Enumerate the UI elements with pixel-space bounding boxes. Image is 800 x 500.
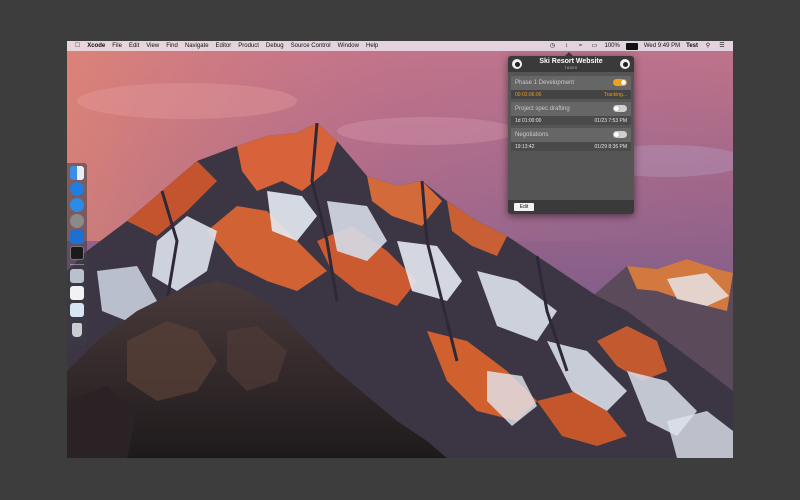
- bluetooth-icon[interactable]: ↕: [562, 43, 570, 49]
- task-toggle[interactable]: [613, 79, 627, 86]
- task-name: Phase 1 Development: [515, 80, 575, 86]
- task-toggle[interactable]: [613, 131, 627, 138]
- airplay-icon[interactable]: ▭: [590, 43, 598, 49]
- task-time: 19:13:42: [515, 143, 535, 150]
- dock-separator: [70, 264, 84, 265]
- menu-file[interactable]: File: [112, 41, 122, 51]
- menu-user[interactable]: Test: [686, 41, 698, 51]
- timer-status-icon[interactable]: ◷: [548, 43, 556, 49]
- task-name: Negotiations: [515, 132, 549, 138]
- menu-app-name[interactable]: Xcode: [87, 41, 105, 51]
- toggle-knob: [614, 132, 619, 137]
- menu-navigate[interactable]: Navigate: [185, 41, 209, 51]
- toggle-knob: [614, 106, 619, 111]
- document-icon[interactable]: [70, 286, 84, 300]
- notification-center-icon[interactable]: ☰: [718, 43, 726, 49]
- battery-percent[interactable]: 100%: [604, 41, 619, 51]
- task-info: 00:02:06:06 Tracking...: [511, 90, 631, 99]
- task-status: 01/23 7:53 PM: [594, 117, 627, 124]
- task-info: 19:13:42 01/29 8:36 PM: [511, 142, 631, 151]
- task-row[interactable]: Phase 1 Development 00:02:06:06 Tracking…: [511, 76, 631, 99]
- spotlight-search-icon[interactable]: ⚲: [704, 43, 712, 49]
- safari-icon[interactable]: [70, 182, 84, 196]
- task-toggle[interactable]: [613, 105, 627, 112]
- task-time: 00:02:06:06: [515, 91, 542, 98]
- task-row[interactable]: Negotiations 19:13:42 01/29 8:36 PM: [511, 128, 631, 151]
- menu-view[interactable]: View: [146, 41, 159, 51]
- menu-debug[interactable]: Debug: [266, 41, 284, 51]
- task-name: Project spec drafting: [515, 106, 570, 112]
- tasks-popover: Ski Resort Website TASKS Phase 1 Develop…: [508, 52, 634, 214]
- menu-editor[interactable]: Editor: [216, 41, 232, 51]
- popover-footer: Edit: [508, 200, 634, 214]
- dock: [67, 163, 87, 345]
- menu-find[interactable]: Find: [166, 41, 178, 51]
- toggle-knob: [621, 80, 626, 85]
- task-row[interactable]: Project spec drafting 1d 01:00:00 01/23 …: [511, 102, 631, 125]
- system-preferences-icon[interactable]: [70, 214, 84, 228]
- task-status: Tracking...: [603, 91, 627, 98]
- finder-icon[interactable]: [70, 166, 84, 180]
- menu-product[interactable]: Product: [238, 41, 259, 51]
- menu-source-control[interactable]: Source Control: [291, 41, 331, 51]
- menu-help[interactable]: Help: [366, 41, 378, 51]
- folder-icon[interactable]: [70, 303, 84, 317]
- xcode-icon[interactable]: [70, 230, 84, 244]
- menu-clock[interactable]: Wed 9:49 PM: [644, 41, 680, 51]
- task-time: 1d 01:00:00: [515, 117, 542, 124]
- project-subtitle: TASKS: [564, 66, 578, 70]
- terminal-icon[interactable]: [70, 246, 84, 260]
- apple-menu-icon[interactable]: : [75, 41, 80, 51]
- settings-button-icon[interactable]: [620, 59, 630, 69]
- project-title: Ski Resort Website: [539, 58, 603, 65]
- desktop:  Xcode File Edit View Find Navigate Edi…: [67, 41, 733, 458]
- task-status: 01/29 8:36 PM: [594, 143, 627, 150]
- popover-header: Ski Resort Website TASKS: [508, 56, 634, 72]
- menu-bar:  Xcode File Edit View Find Navigate Edi…: [67, 41, 733, 51]
- preview-icon[interactable]: [70, 269, 84, 283]
- edit-button[interactable]: Edit: [514, 203, 534, 211]
- menu-window[interactable]: Window: [338, 41, 359, 51]
- wifi-icon[interactable]: ≈: [576, 43, 584, 49]
- menu-edit[interactable]: Edit: [129, 41, 139, 51]
- app-store-icon[interactable]: [70, 198, 84, 212]
- battery-icon[interactable]: [625, 42, 638, 50]
- task-info: 1d 01:00:00 01/23 7:53 PM: [511, 116, 631, 125]
- trash-icon[interactable]: [72, 323, 82, 337]
